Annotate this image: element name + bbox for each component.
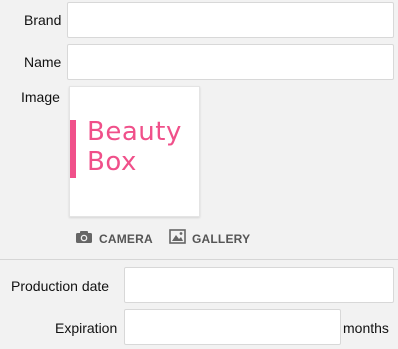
image-label: Image <box>21 89 60 105</box>
expiration-label: Expiration <box>55 320 118 336</box>
brand-label: Brand <box>24 12 62 28</box>
gallery-label: GALLERY <box>192 232 251 246</box>
gallery-icon <box>169 229 186 249</box>
brand-logo: Beauty Box <box>87 117 182 177</box>
gallery-button[interactable]: GALLERY <box>169 229 251 249</box>
expiration-unit-label: months <box>343 320 389 336</box>
production-date-label: Production date <box>11 278 110 294</box>
production-date-input[interactable] <box>124 267 394 303</box>
brand-input[interactable] <box>67 2 394 38</box>
name-label: Name <box>24 54 62 70</box>
camera-button[interactable]: CAMERA <box>75 230 153 248</box>
image-preview[interactable]: Beauty Box <box>69 86 200 217</box>
logo-line-1: Beauty <box>87 117 182 147</box>
expiration-input[interactable] <box>124 309 341 345</box>
name-input[interactable] <box>67 44 394 80</box>
camera-label: CAMERA <box>99 232 153 246</box>
camera-icon <box>75 230 93 249</box>
logo-accent-bar <box>70 120 76 178</box>
section-divider <box>0 259 398 260</box>
logo-line-2: Box <box>87 147 137 177</box>
